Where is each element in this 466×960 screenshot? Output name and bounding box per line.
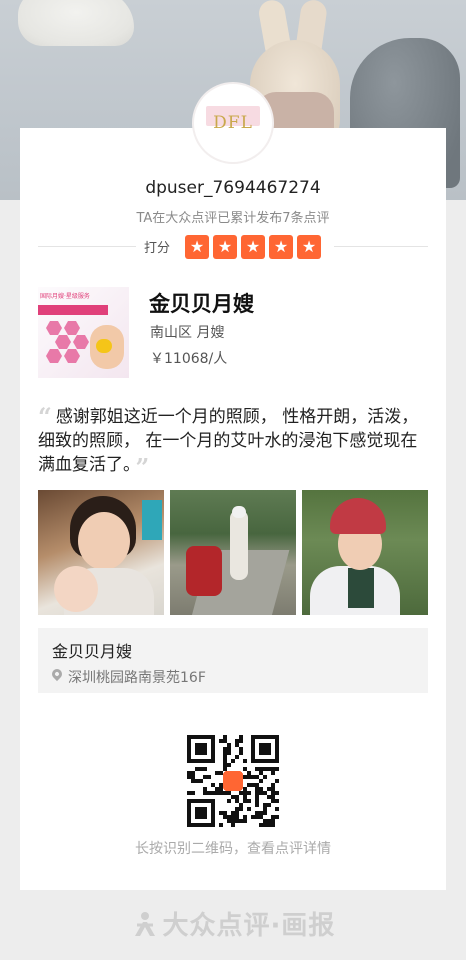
shop-district-category: 南山区 月嫂 — [150, 325, 225, 341]
shop-thumbnail[interactable]: 国际月嫂·星级服务 — [38, 287, 129, 378]
divider-right — [334, 246, 428, 247]
divider-left — [38, 246, 136, 247]
review-count-summary: TA在大众点评已累计发布7条点评 — [136, 211, 330, 226]
username: dpuser_7694467274 — [145, 178, 321, 198]
star-rating: ★ ★ ★ ★ ★ — [185, 235, 321, 259]
location-address: 深圳桃园路南景苑16F — [68, 670, 206, 686]
review-photo-2[interactable] — [170, 490, 296, 615]
location-shop-name: 金贝贝月嫂 — [52, 642, 133, 661]
review-text: “感谢郭姐这近一个月的照顾， 性格开朗，活泼，细致的照顾， 在一个月的艾叶水的浸… — [38, 405, 430, 480]
dianping-logo-icon — [134, 912, 155, 936]
star-icon: ★ — [269, 235, 293, 259]
shop-price: ￥11068/人 — [150, 351, 228, 367]
review-photos — [38, 490, 428, 615]
quote-close-icon: ” — [135, 453, 150, 482]
qr-center-logo-icon — [223, 771, 243, 791]
rating-row: 打分 ★ ★ ★ ★ ★ — [38, 234, 428, 260]
qr-hint: 长按识别二维码，查看点评详情 — [135, 841, 331, 857]
brand-name: 大众点评·画报 — [162, 911, 336, 941]
shop-name[interactable]: 金贝贝月嫂 — [149, 288, 254, 318]
review-photo-3[interactable] — [302, 490, 428, 615]
qr-code[interactable] — [187, 735, 279, 827]
review-body: 感谢郭姐这近一个月的照顾， 性格开朗，活泼，细致的照顾， 在一个月的艾叶水的浸泡… — [38, 407, 419, 475]
shop-logo: DFL — [194, 84, 272, 162]
logo-mark: DFL — [213, 113, 253, 133]
star-icon: ★ — [185, 235, 209, 259]
rating-label: 打分 — [144, 241, 171, 256]
star-icon: ★ — [241, 235, 265, 259]
cloud-pillow-decoration — [18, 0, 134, 46]
location-pin-icon — [49, 666, 65, 682]
brand-footer: 大众点评·画报 — [0, 905, 466, 942]
shop-thumbnail-tagline: 国际月嫂·星级服务 — [40, 293, 90, 300]
star-icon: ★ — [213, 235, 237, 259]
quote-open-icon: “ — [38, 402, 52, 431]
review-photo-1[interactable] — [38, 490, 164, 615]
shop-location-box[interactable]: 金贝贝月嫂 深圳桃园路南景苑16F — [38, 628, 428, 693]
star-icon: ★ — [297, 235, 321, 259]
